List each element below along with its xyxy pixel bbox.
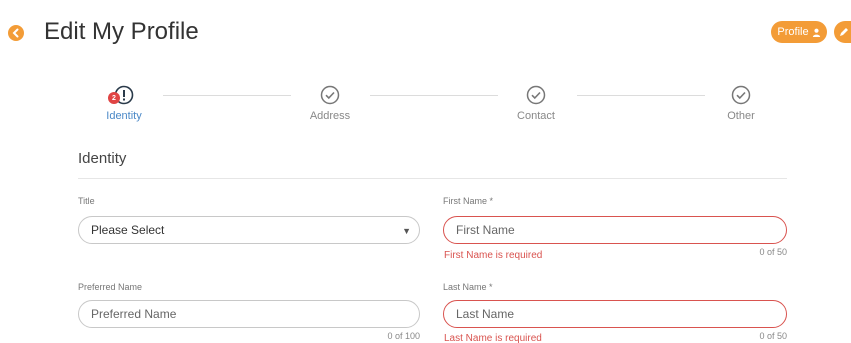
- section-divider: [78, 178, 787, 179]
- back-button[interactable]: [8, 25, 24, 41]
- section-title: Identity: [78, 150, 127, 167]
- last-name-counter: 0 of 50: [759, 331, 787, 341]
- step-contact[interactable]: [526, 85, 546, 105]
- first-name-counter: 0 of 50: [759, 247, 787, 257]
- step-other[interactable]: [731, 85, 751, 105]
- stepper-connector: [163, 95, 291, 96]
- last-name-error: Last Name is required: [444, 333, 542, 343]
- arrow-left-icon: [12, 28, 19, 38]
- stepper-connector: [577, 95, 705, 96]
- step-error-badge: 2: [108, 92, 120, 104]
- first-name-label: First Name *: [443, 196, 494, 206]
- step-label-contact: Contact: [517, 110, 555, 122]
- preferred-name-counter: 0 of 100: [387, 331, 420, 341]
- step-address[interactable]: [320, 85, 340, 105]
- edit-button[interactable]: [834, 21, 851, 43]
- pencil-icon: [840, 28, 848, 36]
- title-select-value: Please Select: [91, 223, 165, 237]
- first-name-input[interactable]: First Name: [443, 216, 787, 244]
- step-label-other: Other: [727, 110, 755, 122]
- title-select[interactable]: Please Select ▼: [78, 216, 420, 244]
- last-name-label: Last Name *: [443, 282, 493, 292]
- profile-button-label: Profile: [777, 26, 809, 38]
- preferred-name-label: Preferred Name: [78, 282, 143, 292]
- first-name-error: First Name is required: [444, 250, 543, 261]
- step-label-identity: Identity: [106, 110, 142, 122]
- user-icon: [812, 28, 820, 37]
- check-circle-icon: [731, 85, 751, 105]
- stepper-connector: [370, 95, 498, 96]
- step-label-address: Address: [309, 110, 351, 122]
- last-name-input[interactable]: Last Name: [443, 300, 787, 328]
- preferred-name-placeholder: Preferred Name: [91, 307, 177, 321]
- caret-down-icon: ▼: [402, 226, 411, 236]
- page-title: Edit My Profile: [44, 18, 199, 45]
- check-circle-icon: [526, 85, 546, 105]
- preferred-name-input[interactable]: Preferred Name: [78, 300, 420, 328]
- check-circle-icon: [320, 85, 340, 105]
- first-name-placeholder: First Name: [456, 223, 515, 237]
- last-name-placeholder: Last Name: [456, 307, 515, 321]
- profile-button[interactable]: Profile: [771, 21, 827, 43]
- title-label: Title: [78, 196, 95, 206]
